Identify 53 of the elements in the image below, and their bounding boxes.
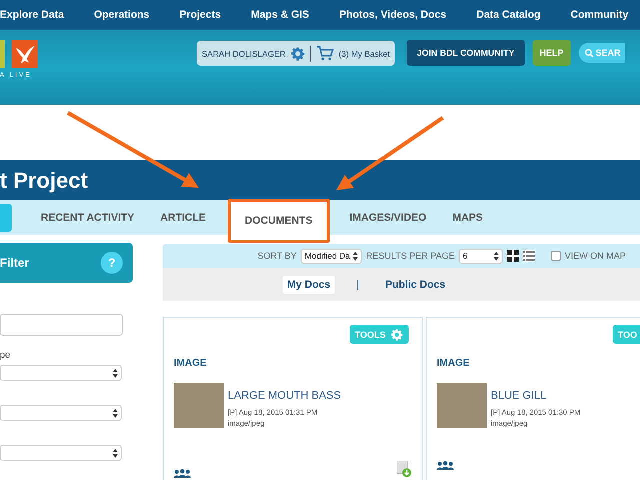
select-field[interactable]: [0, 365, 122, 381]
nav-link[interactable]: Projects: [180, 9, 222, 21]
per-page-select[interactable]: 6: [458, 248, 503, 264]
filter-title: Filter: [0, 256, 30, 270]
field-label: pe: [0, 350, 12, 361]
tab[interactable]: DOCUMENTS: [228, 198, 330, 242]
document-title[interactable]: LARGE MOUTH BASS: [228, 390, 342, 402]
sort-label: SORT BY: [258, 251, 297, 261]
grid-view-icon[interactable]: [506, 250, 519, 262]
photo-placeholder: [174, 383, 224, 428]
page-title: t Project: [0, 168, 88, 194]
updown-arrows-icon: [113, 368, 118, 378]
select-field[interactable]: [0, 445, 122, 461]
updown-arrows-icon: [353, 252, 358, 260]
tab[interactable]: RECENT ACTIVITY: [29, 204, 147, 232]
per-page-label: RESULTS PER PAGE: [366, 251, 455, 261]
search-icon: [584, 48, 594, 58]
photo-placeholder: [437, 383, 487, 428]
input-field[interactable]: [0, 314, 123, 336]
list-view-icon[interactable]: [522, 250, 535, 262]
checkbox-label[interactable]: VIEW ON MAP: [564, 251, 626, 261]
nav-link[interactable]: Maps & GIS: [251, 9, 310, 21]
tab[interactable]: MAPS: [440, 204, 496, 232]
updown-arrows-icon: [113, 448, 118, 458]
document-type: IMAGE: [174, 358, 208, 369]
select-field[interactable]: [0, 405, 122, 421]
updown-arrows-icon: [113, 408, 118, 418]
logo-mark: [0, 40, 5, 68]
nav-link[interactable]: Explore Data: [0, 9, 64, 21]
cart-icon[interactable]: [316, 46, 334, 61]
tab[interactable]: ARTICLE: [148, 204, 218, 232]
tab-edge[interactable]: [0, 204, 12, 232]
people-icon[interactable]: [174, 469, 191, 478]
download-icon[interactable]: [397, 461, 412, 478]
document-type: IMAGE: [437, 358, 471, 369]
nav-link[interactable]: Operations: [94, 9, 150, 21]
user-name[interactable]: SARAH DOLISLAGER: [202, 48, 286, 58]
gear-icon: [390, 328, 403, 340]
people-icon[interactable]: [437, 461, 454, 470]
doc-tab[interactable]: My Docs: [283, 276, 335, 294]
document-title[interactable]: BLUE GILL: [491, 390, 581, 402]
sort-select[interactable]: Modified Da: [300, 248, 362, 264]
updown-arrows-icon: [494, 252, 499, 260]
separator: |: [356, 278, 360, 290]
nav-link[interactable]: Photos, Videos, Docs: [339, 9, 447, 21]
join-button[interactable]: JOIN BDL COMMUNITY: [407, 40, 525, 66]
basket-link[interactable]: (3) My Basket: [338, 48, 390, 58]
nav-link[interactable]: Community: [570, 9, 629, 21]
checkbox[interactable]: [550, 251, 561, 261]
tab[interactable]: IMAGES/VIDEO: [338, 204, 439, 232]
gear-icon: [290, 46, 305, 60]
doc-tab[interactable]: Public Docs: [381, 276, 450, 294]
nav-link[interactable]: Data Catalog: [476, 9, 541, 21]
